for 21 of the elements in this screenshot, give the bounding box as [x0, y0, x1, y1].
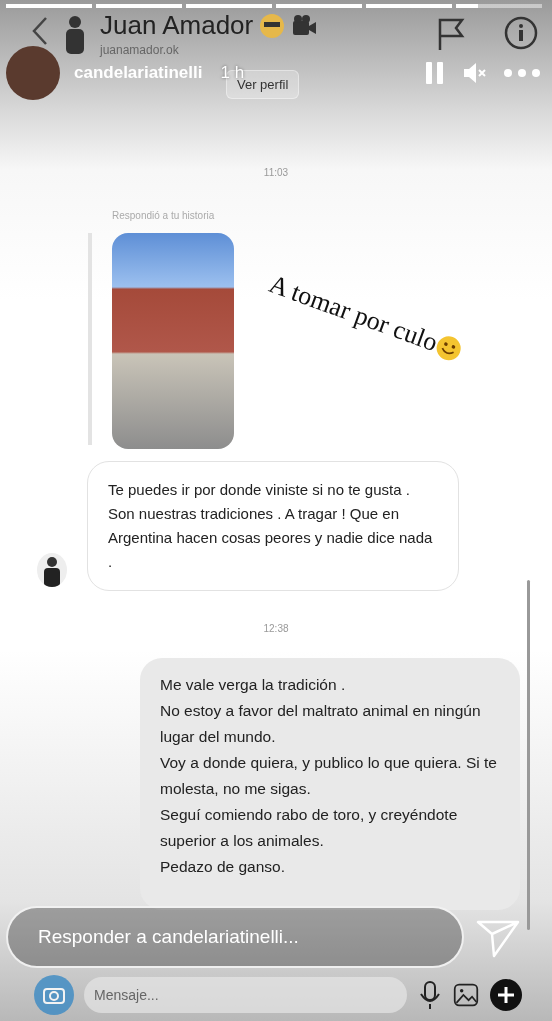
- photo-placeholder[interactable]: [112, 233, 234, 449]
- sticker-text: A tomar por culo: [265, 269, 442, 358]
- contact-name: Juan Amador: [100, 10, 254, 41]
- avatar[interactable]: [6, 46, 60, 100]
- flag-icon[interactable]: [436, 16, 466, 52]
- person-icon: [37, 553, 67, 587]
- reply-field[interactable]: Responder a candelariatinelli...: [6, 906, 464, 968]
- reply-note: Respondió a tu historia: [112, 210, 216, 221]
- contact-username: juanamador.ok: [100, 43, 180, 57]
- sent-message: Me vale verga la tradición . No estoy a favor del maltrato animal en ningún lugar del mundo. Voy a donde quiera, y publico lo que quiera. Si te molesta, no me sigas. Seguí comiendo rabo de toro, y creyéndote superior a los animales. Pedazo de ganso.: [140, 658, 520, 910]
- microphone-icon[interactable]: [417, 980, 443, 1010]
- back-icon[interactable]: [30, 16, 50, 46]
- timestamp: 12:38: [262, 623, 290, 634]
- person-icon: [64, 14, 86, 54]
- add-icon[interactable]: [489, 978, 523, 1012]
- received-message: Te puedes ir por donde viniste si no te gusta . Son nuestras tradiciones . A tragar ! Que en Argentina hacen cosas peores y nadie dice nada .: [87, 461, 459, 591]
- scrollbar[interactable]: [527, 580, 530, 930]
- timestamp: 11:03: [262, 167, 290, 178]
- message-field[interactable]: Mensaje...: [84, 977, 407, 1013]
- camera-icon[interactable]: [34, 975, 74, 1015]
- info-icon[interactable]: [504, 16, 538, 50]
